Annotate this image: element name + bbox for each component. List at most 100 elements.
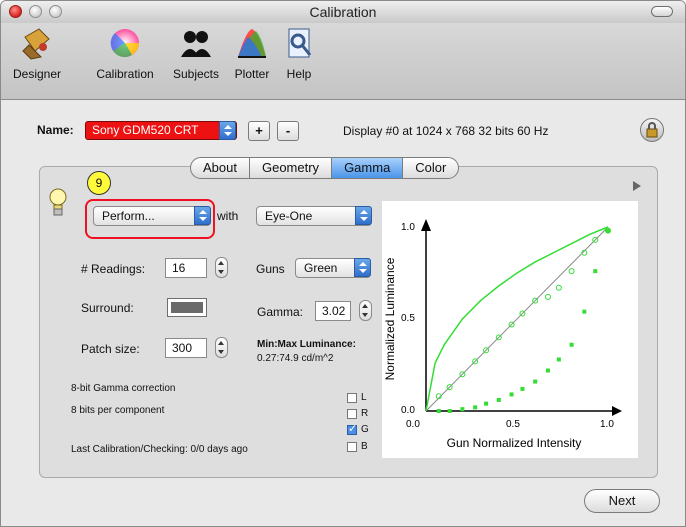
reference-line: [425, 226, 609, 412]
toolbar-label: Subjects: [172, 67, 220, 81]
toolbar-plotter[interactable]: Plotter: [227, 27, 277, 81]
popup-arrows-icon: [355, 206, 372, 225]
gamma-correction-info: 8-bit Gamma correction: [71, 383, 176, 394]
lightbulb-icon[interactable]: [49, 188, 67, 218]
tab-color[interactable]: Color: [402, 157, 460, 179]
measured-point: [533, 379, 538, 384]
readings-label: # Readings:: [81, 262, 146, 276]
action-popup[interactable]: Perform...: [93, 206, 211, 226]
measured-point: [484, 401, 489, 406]
toolbar-subjects[interactable]: Subjects: [165, 27, 227, 81]
x-tick-label: 1.0: [600, 419, 614, 430]
y-axis-label: Normalized Luminance: [383, 257, 397, 380]
display-name-value: Sony GDM520 CRT: [92, 123, 199, 137]
lock-icon[interactable]: [640, 118, 664, 142]
surround-label: Surround:: [81, 301, 134, 315]
patch-size-field[interactable]: 300: [165, 338, 207, 358]
with-label: with: [217, 209, 239, 223]
action-popup-value: Perform...: [102, 209, 155, 223]
checkbox-r[interactable]: [347, 409, 357, 419]
device-popup-value: Eye-One: [265, 209, 313, 223]
toolbar-calibration[interactable]: Calibration: [85, 27, 165, 81]
toolbar-help[interactable]: Help: [279, 27, 319, 81]
corrected-point: [568, 268, 575, 275]
x-axis-label: Gun Normalized Intensity: [447, 436, 582, 450]
popup-arrows-icon: [219, 121, 236, 140]
measured-point: [593, 269, 598, 274]
surround-color-swatch[interactable]: [167, 298, 207, 317]
checkbox-l-label: L: [361, 392, 367, 403]
disclosure-triangle-icon[interactable]: [633, 181, 641, 191]
device-popup[interactable]: Eye-One: [256, 206, 372, 226]
surround-color-fill: [171, 302, 203, 313]
measured-point: [569, 342, 574, 347]
measured-point: [436, 409, 441, 413]
guns-popup[interactable]: Green: [295, 258, 371, 278]
corrected-point: [544, 293, 551, 300]
tab-about[interactable]: About: [190, 157, 250, 179]
gamma-label: Gamma:: [257, 305, 304, 319]
checkbox-b-label: B: [361, 441, 368, 452]
tab-bar: About Geometry Gamma Color: [190, 157, 460, 179]
x-axis-arrow-icon: [612, 406, 622, 416]
measured-point: [556, 357, 561, 362]
y-tick-label: 0.5: [401, 313, 415, 324]
popup-arrows-icon: [194, 206, 211, 225]
popup-arrows-icon: [354, 258, 371, 277]
title-bar[interactable]: Calibration: [1, 1, 685, 24]
measured-point: [473, 405, 478, 410]
chart-marks: [425, 226, 611, 413]
plotter-icon: [236, 27, 268, 61]
x-tick-label: 0.0: [406, 419, 420, 430]
readings-stepper[interactable]: [215, 257, 228, 278]
measured-point: [496, 397, 501, 402]
y-tick-label: 1.0: [401, 222, 415, 233]
measured-point: [520, 386, 525, 391]
readings-field[interactable]: 16: [165, 258, 207, 278]
guns-popup-value: Green: [304, 261, 338, 275]
next-button[interactable]: Next: [584, 489, 660, 513]
toolbar-label: Plotter: [234, 67, 270, 81]
display-name-popup[interactable]: Sony GDM520 CRT: [85, 121, 237, 140]
remove-display-button[interactable]: -: [277, 121, 299, 141]
toolbar-toggle-button[interactable]: [651, 6, 673, 17]
measured-point: [545, 368, 550, 373]
toolbar-designer[interactable]: Designer: [5, 27, 69, 81]
gamma-chart: 0.0 0.5 1.0 0.0 0.5 1.0 Gun Normalized I…: [382, 201, 638, 458]
window-title: Calibration: [309, 4, 377, 20]
gamma-stepper[interactable]: [359, 300, 372, 321]
step-badge: 9: [87, 171, 111, 195]
y-tick-label: 0.0: [401, 405, 415, 416]
toolbar: Designer Calibration Subjects Plotter He…: [1, 23, 685, 100]
add-display-button[interactable]: +: [248, 121, 270, 141]
toolbar-label: Designer: [12, 67, 62, 81]
display-info: Display #0 at 1024 x 768 32 bits 60 Hz: [343, 124, 549, 138]
patch-size-stepper[interactable]: [215, 337, 228, 358]
gamma-chart-svg: 0.0 0.5 1.0 0.0 0.5 1.0 Gun Normalized I…: [383, 219, 622, 450]
corrected-point: [555, 284, 562, 291]
tab-geometry[interactable]: Geometry: [248, 157, 333, 179]
tab-gamma[interactable]: Gamma: [331, 157, 404, 179]
last-calibration-info: Last Calibration/Checking: 0/0 days ago: [71, 444, 248, 455]
checkbox-g[interactable]: [347, 422, 357, 435]
patch-size-label: Patch size:: [81, 342, 140, 356]
y-axis-arrow-icon: [421, 219, 431, 231]
subjects-icon: [180, 27, 212, 61]
name-label: Name:: [37, 123, 74, 137]
toolbar-label: Calibration: [96, 67, 154, 81]
guns-label: Guns: [256, 262, 285, 276]
x-tick-label: 0.5: [506, 419, 520, 430]
color-wheel-icon: [109, 27, 141, 61]
minmax-label: Min:Max Luminance:: [257, 339, 356, 350]
gamma-field[interactable]: 3.02: [315, 301, 351, 321]
calibration-window: Calibration Designer Calibration Subject…: [0, 0, 686, 527]
toolbar-label: Help: [286, 67, 312, 81]
checkbox-g-label: G: [361, 424, 369, 435]
measured-point: [460, 407, 465, 412]
measured-point: [447, 409, 452, 413]
checkbox-b[interactable]: [347, 442, 357, 452]
bits-per-component-info: 8 bits per component: [71, 405, 165, 416]
checkbox-l[interactable]: [347, 393, 357, 403]
measured-point: [509, 392, 514, 397]
minmax-value: 0.27:74.9 cd/m^2: [257, 353, 334, 364]
